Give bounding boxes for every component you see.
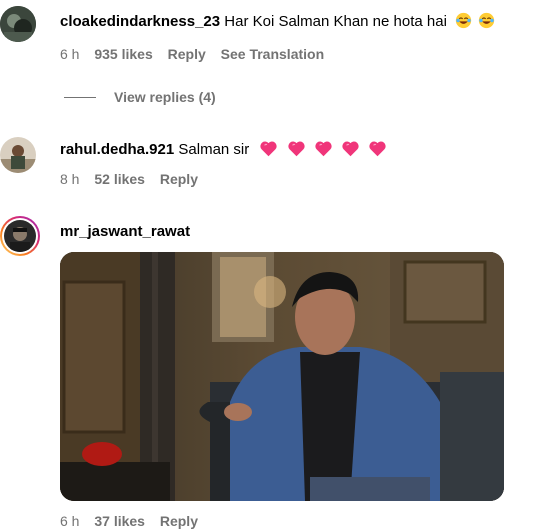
comment-time[interactable]: 6 h [60,46,79,62]
rolling-laughing-icon [455,12,472,35]
pink-heart-icon [314,140,333,163]
gif-image [60,252,504,501]
comment-username[interactable]: cloakedindarkness_23 [60,13,220,30]
likes-count[interactable]: 52 likes [94,171,145,187]
avatar-story-ring[interactable] [0,216,40,256]
reply-button[interactable]: Reply [160,513,198,529]
rolling-laughing-icon [478,12,495,35]
likes-count[interactable]: 37 likes [94,513,145,529]
avatar[interactable] [0,137,36,173]
pink-heart-icon [368,140,387,163]
pink-heart-icon [341,140,360,163]
view-replies-button[interactable]: View replies (4) [64,89,216,105]
comment-text: Har Koi Salman Khan ne hota hai [224,13,447,30]
avatar [4,220,36,252]
gif-attachment[interactable] [60,252,504,501]
comment-time[interactable]: 8 h [60,171,79,187]
replies-divider [64,96,96,98]
pink-heart-icon [259,140,278,163]
comment-username[interactable]: rahul.dedha.921 [60,141,174,158]
pink-heart-icon [287,140,306,163]
comment-text: Salman sir [178,141,250,158]
reply-button[interactable]: Reply [160,171,198,187]
comment-username[interactable]: mr_jaswant_rawat [60,223,190,240]
reply-button[interactable]: Reply [168,46,206,62]
see-translation-button[interactable]: See Translation [221,46,324,62]
comment-time[interactable]: 6 h [60,513,79,529]
likes-count[interactable]: 935 likes [94,46,152,62]
view-replies-label: View replies (4) [114,89,216,105]
avatar[interactable] [0,6,36,42]
